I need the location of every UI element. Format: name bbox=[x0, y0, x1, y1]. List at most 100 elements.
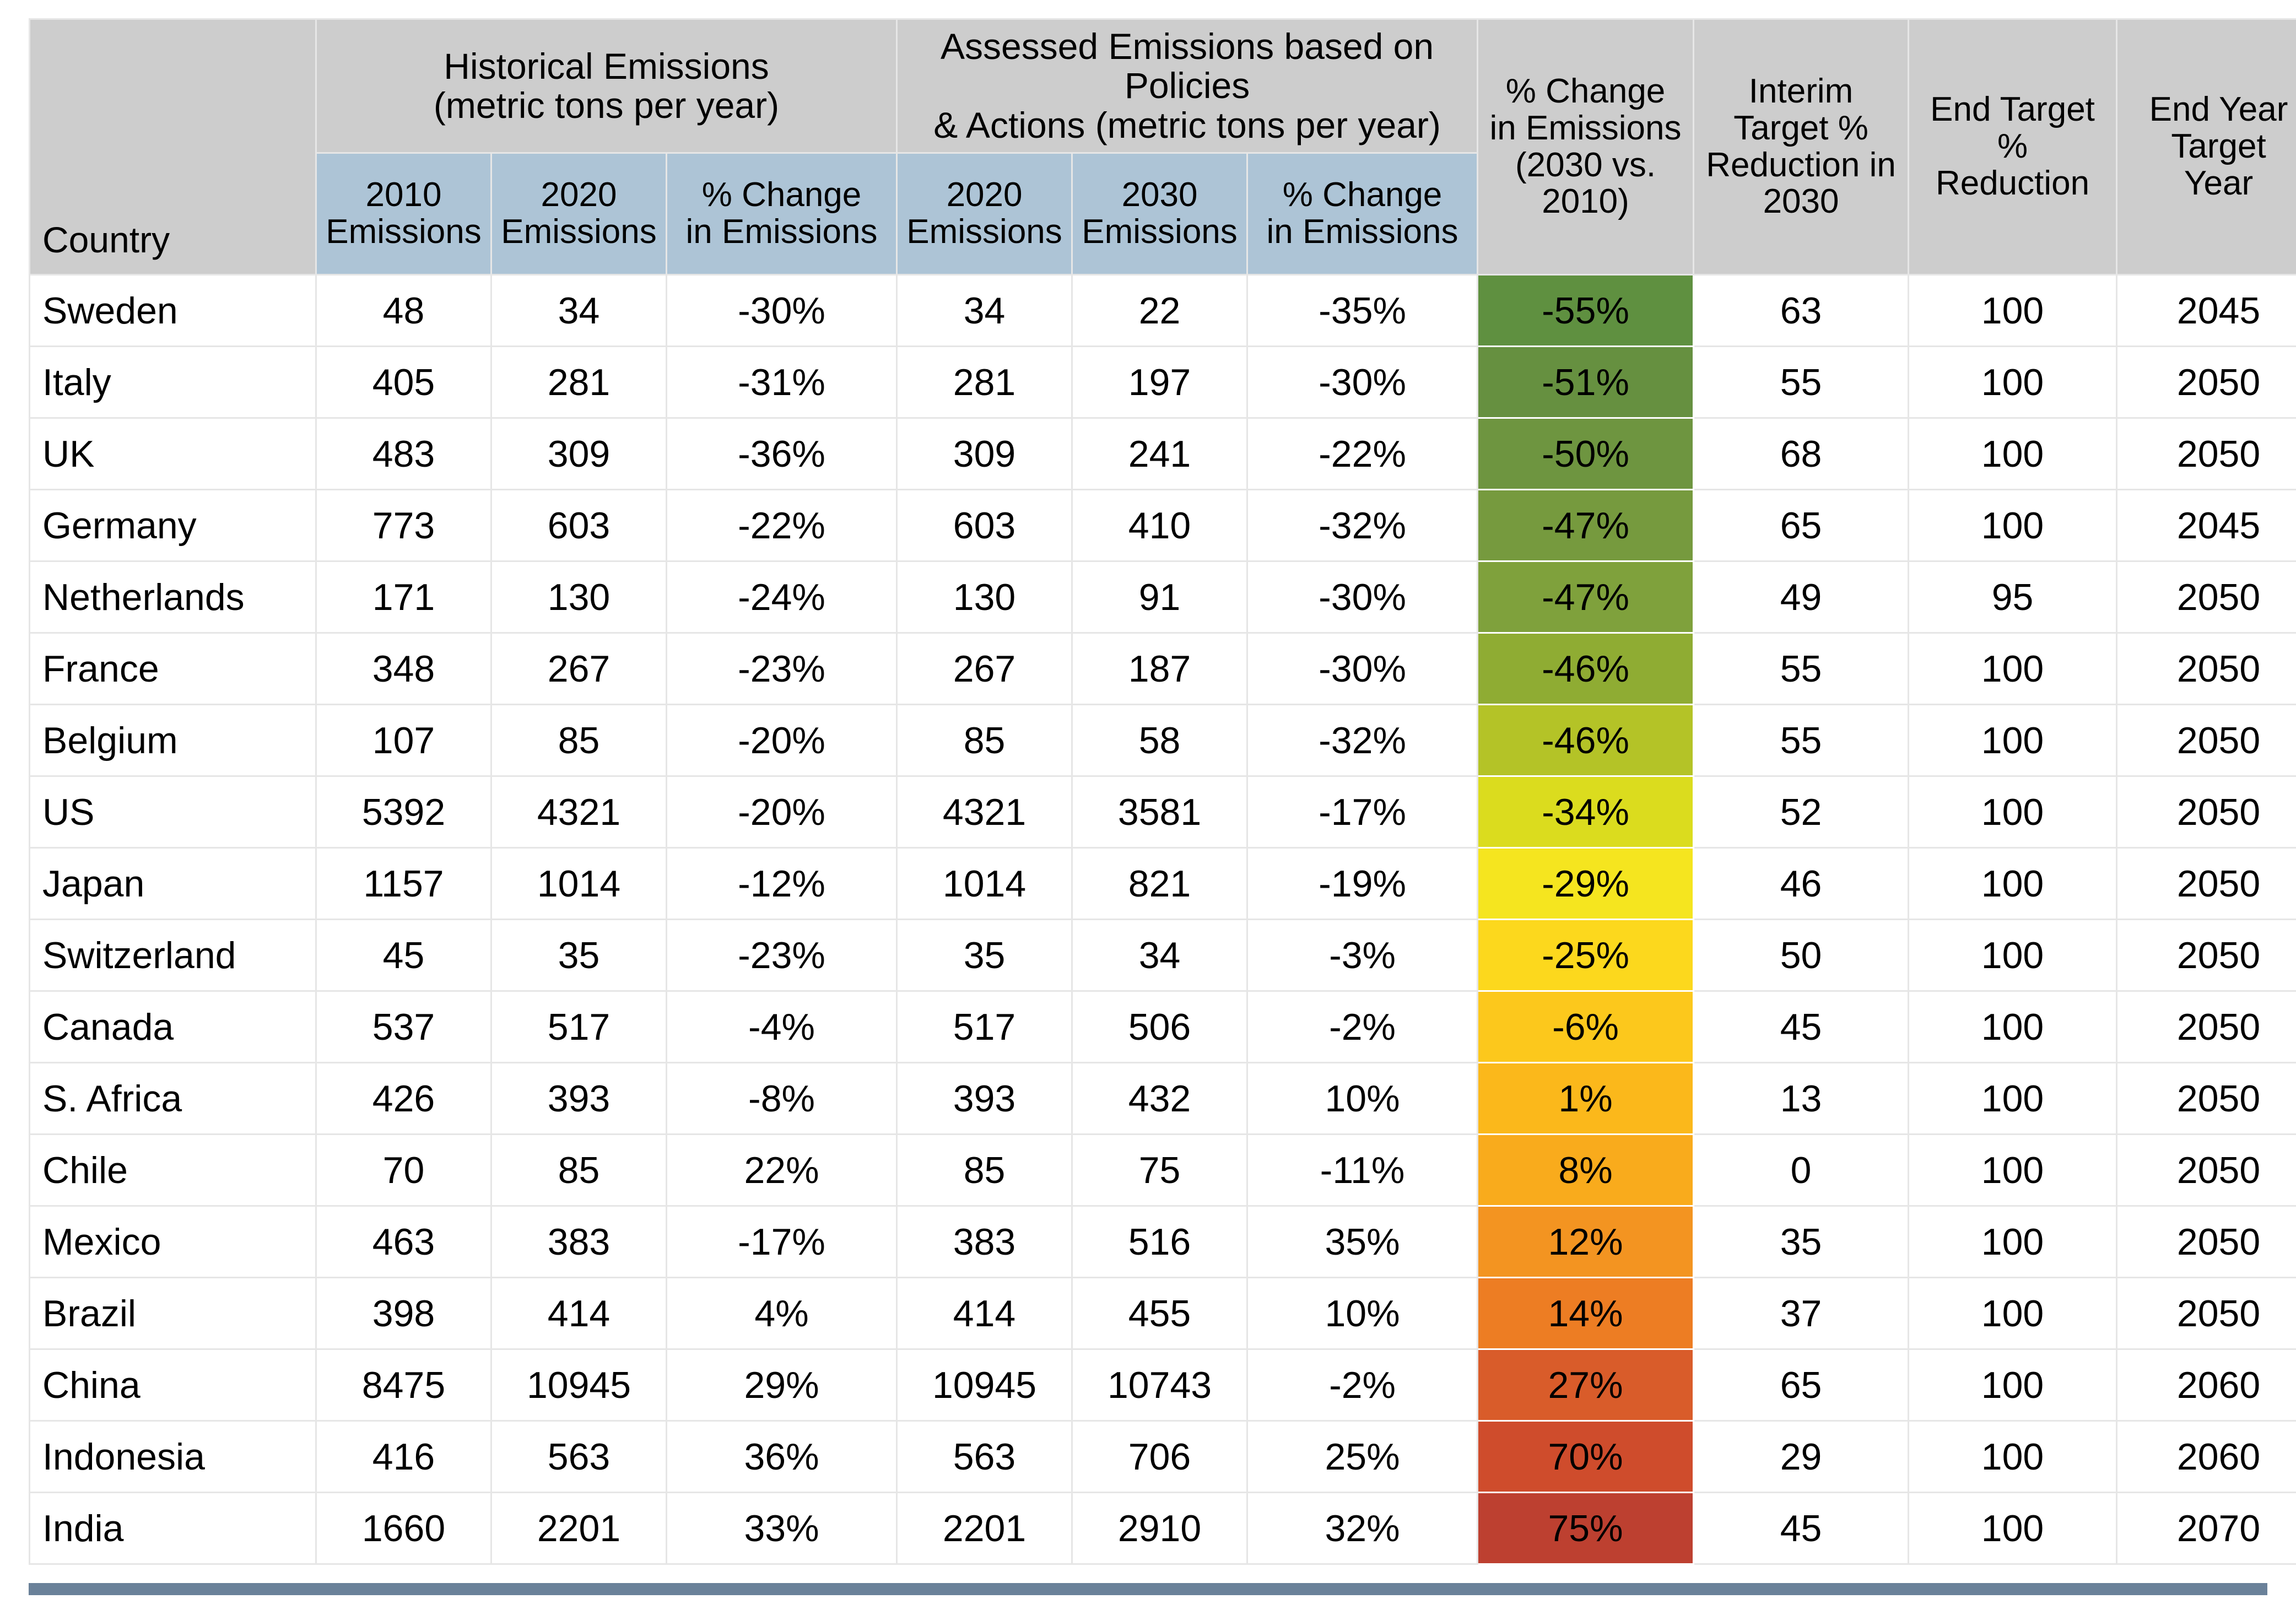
table-body: Sweden 48 34 -30% 34 22 -35% -55% 63 100 2045 Italy… bbox=[29, 274, 2296, 1565]
cell-country: China bbox=[29, 1348, 317, 1422]
cell-h2020: 85 bbox=[490, 1133, 667, 1207]
table-row: Netherlands 171 130 -24% 130 91 -30% -47% 49 95 20… bbox=[29, 560, 2296, 634]
cell-a2020: 603 bbox=[896, 489, 1073, 562]
cell-a2030: 187 bbox=[1071, 632, 1249, 705]
cell-interim: 63 bbox=[1693, 274, 1910, 347]
cell-end-target: 95 bbox=[1908, 560, 2118, 634]
cell-end-target: 100 bbox=[1908, 1205, 2118, 1278]
cell-a2030: 197 bbox=[1071, 345, 1249, 419]
cell-h2020: 414 bbox=[490, 1277, 667, 1350]
cell-h2010: 348 bbox=[315, 632, 492, 705]
cell-interim: 35 bbox=[1693, 1205, 1910, 1278]
cell-pct-change-2030-vs-2010: -29% bbox=[1477, 847, 1695, 920]
column-header-pct-change-2030-vs-2010: % Change in Emissions (2030 vs. 2010) bbox=[1477, 18, 1695, 276]
cell-apct: -19% bbox=[1246, 847, 1479, 920]
hist-2020-line2: Emissions bbox=[501, 213, 657, 251]
assessed-2030-line2: Emissions bbox=[1082, 213, 1238, 251]
table-row: Mexico 463 383 -17% 383 516 35% 12% 35 100 2050 bbox=[29, 1205, 2296, 1278]
cell-interim: 55 bbox=[1693, 345, 1910, 419]
column-header-assessed-pct-change: % Change in Emissions bbox=[1246, 152, 1479, 276]
cell-end-target: 100 bbox=[1908, 345, 2118, 419]
cell-hpct: -17% bbox=[665, 1205, 898, 1278]
cell-country: France bbox=[29, 632, 317, 705]
cell-end-target: 100 bbox=[1908, 417, 2118, 490]
assessed-pct-line2: in Emissions bbox=[1266, 213, 1458, 251]
cell-h2010: 398 bbox=[315, 1277, 492, 1350]
cell-end-target: 100 bbox=[1908, 489, 2118, 562]
cell-a2020: 393 bbox=[896, 1062, 1073, 1135]
table-row: US 5392 4321 -20% 4321 3581 -17% -34% 52 100 2050 bbox=[29, 775, 2296, 849]
cell-apct: -32% bbox=[1246, 489, 1479, 562]
cell-apct: -30% bbox=[1246, 345, 1479, 419]
cell-end-year: 2070 bbox=[2116, 1492, 2296, 1565]
cell-country: Belgium bbox=[29, 704, 317, 777]
cell-apct: -32% bbox=[1246, 704, 1479, 777]
cell-hpct: -12% bbox=[665, 847, 898, 920]
cell-end-year: 2050 bbox=[2116, 1062, 2296, 1135]
header-group-row: Country Historical Emissions (metric ton… bbox=[29, 18, 2296, 276]
cell-apct: 10% bbox=[1246, 1062, 1479, 1135]
cell-pct-change-2030-vs-2010: -6% bbox=[1477, 990, 1695, 1063]
cell-h2010: 405 bbox=[315, 345, 492, 419]
cell-end-target: 100 bbox=[1908, 990, 2118, 1063]
table-row: Germany 773 603 -22% 603 410 -32% -47% 65 100 2045 bbox=[29, 489, 2296, 562]
cell-pct-change-2030-vs-2010: -46% bbox=[1477, 704, 1695, 777]
cell-hpct: 22% bbox=[665, 1133, 898, 1207]
cell-h2020: 309 bbox=[490, 417, 667, 490]
column-header-country: Country bbox=[29, 18, 317, 276]
cell-h2010: 70 bbox=[315, 1133, 492, 1207]
table-row: Italy 405 281 -31% 281 197 -30% -51% 55 100 2050 bbox=[29, 345, 2296, 419]
cell-a2020: 10945 bbox=[896, 1348, 1073, 1422]
cell-pct-change-2030-vs-2010: -55% bbox=[1477, 274, 1695, 347]
cell-a2030: 821 bbox=[1071, 847, 1249, 920]
cell-h2020: 383 bbox=[490, 1205, 667, 1278]
cell-h2020: 85 bbox=[490, 704, 667, 777]
cell-h2010: 45 bbox=[315, 919, 492, 992]
cell-h2010: 1660 bbox=[315, 1492, 492, 1565]
cell-a2020: 35 bbox=[896, 919, 1073, 992]
cell-apct: 25% bbox=[1246, 1420, 1479, 1493]
cell-end-target: 100 bbox=[1908, 1062, 2118, 1135]
cell-apct: -17% bbox=[1246, 775, 1479, 849]
column-header-hist-2010: 2010 Emissions bbox=[315, 152, 492, 276]
table-row: S. Africa 426 393 -8% 393 432 10% 1% 13 100 2050 bbox=[29, 1062, 2296, 1135]
table-row: Belgium 107 85 -20% 85 58 -32% -46% 55 100 2050 bbox=[29, 704, 2296, 777]
bottom-rule bbox=[29, 1583, 2267, 1595]
cell-end-year: 2050 bbox=[2116, 847, 2296, 920]
cell-h2020: 393 bbox=[490, 1062, 667, 1135]
cell-pct-change-2030-vs-2010: 27% bbox=[1477, 1348, 1695, 1422]
assessed-pct-line1: % Change bbox=[1282, 176, 1443, 214]
cell-country: Brazil bbox=[29, 1277, 317, 1350]
table-row: Chile 70 85 22% 85 75 -11% 8% 0 100 2050 bbox=[29, 1133, 2296, 1207]
cell-interim: 68 bbox=[1693, 417, 1910, 490]
interim-line1: Interim bbox=[1748, 72, 1854, 110]
cell-hpct: 4% bbox=[665, 1277, 898, 1350]
cell-a2020: 281 bbox=[896, 345, 1073, 419]
column-group-historical-emissions: Historical Emissions (metric tons per ye… bbox=[315, 18, 898, 154]
column-header-hist-2020: 2020 Emissions bbox=[490, 152, 667, 276]
hist-pct-line1: % Change bbox=[701, 176, 862, 214]
cell-a2030: 10743 bbox=[1071, 1348, 1249, 1422]
cell-interim: 37 bbox=[1693, 1277, 1910, 1350]
cell-end-target: 100 bbox=[1908, 1277, 2118, 1350]
cell-end-target: 100 bbox=[1908, 632, 2118, 705]
cell-pct-change-2030-vs-2010: 70% bbox=[1477, 1420, 1695, 1493]
cell-h2020: 35 bbox=[490, 919, 667, 992]
cell-pct-change-2030-vs-2010: -47% bbox=[1477, 560, 1695, 634]
cell-apct: -11% bbox=[1246, 1133, 1479, 1207]
cell-country: India bbox=[29, 1492, 317, 1565]
cell-hpct: -22% bbox=[665, 489, 898, 562]
pct-change-2030-line1: % Change bbox=[1505, 72, 1666, 110]
cell-a2030: 410 bbox=[1071, 489, 1249, 562]
cell-h2020: 281 bbox=[490, 345, 667, 419]
cell-end-year: 2060 bbox=[2116, 1348, 2296, 1422]
cell-end-year: 2050 bbox=[2116, 919, 2296, 992]
cell-country: Sweden bbox=[29, 274, 317, 347]
table-row: Switzerland 45 35 -23% 35 34 -3% -25% 50 100 2050 bbox=[29, 919, 2296, 992]
cell-h2010: 773 bbox=[315, 489, 492, 562]
cell-hpct: -20% bbox=[665, 704, 898, 777]
cell-hpct: -36% bbox=[665, 417, 898, 490]
cell-pct-change-2030-vs-2010: -50% bbox=[1477, 417, 1695, 490]
cell-hpct: 36% bbox=[665, 1420, 898, 1493]
cell-h2010: 483 bbox=[315, 417, 492, 490]
